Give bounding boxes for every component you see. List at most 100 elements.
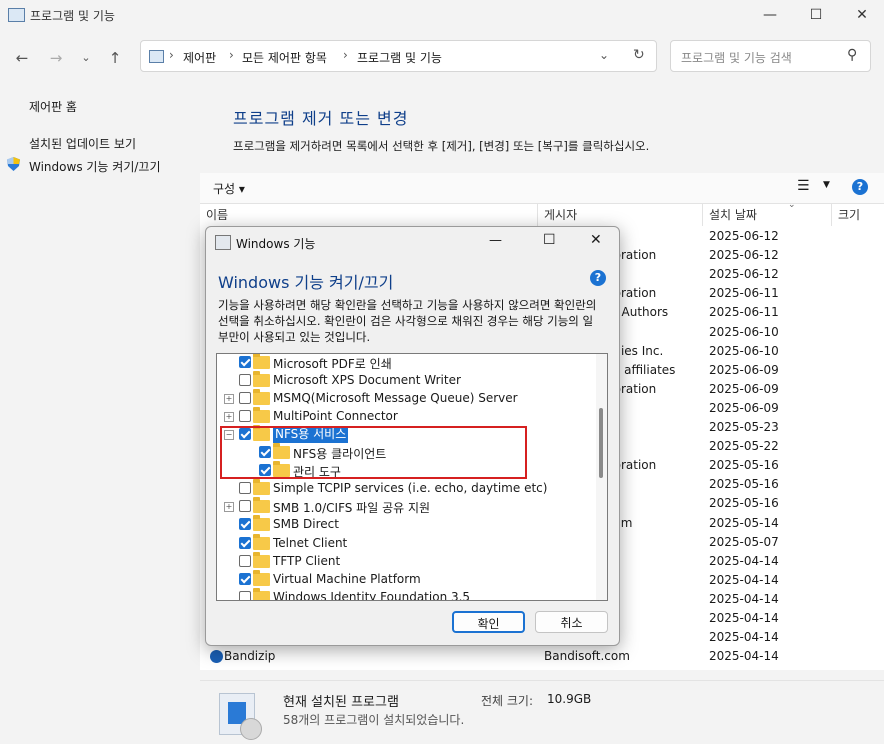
highlight-frame	[220, 426, 527, 479]
cancel-button[interactable]: 취소	[535, 611, 608, 633]
view-updates-link[interactable]: 설치된 업데이트 보기	[29, 135, 136, 152]
refresh-icon[interactable]: ↻	[633, 47, 645, 63]
dialog-heading: Windows 기능 켜기/끄기	[218, 273, 394, 292]
feature-checkbox[interactable]	[239, 554, 251, 567]
column-header-name[interactable]: 이름	[200, 204, 538, 226]
breadcrumb-separator: ›	[343, 48, 348, 62]
column-header-size[interactable]: 크기	[832, 204, 884, 226]
expand-plus-icon[interactable]: +	[224, 394, 234, 405]
search-placeholder: 프로그램 및 기능 검색	[681, 51, 792, 65]
folder-icon	[253, 354, 270, 369]
feature-checkbox[interactable]	[239, 590, 251, 600]
program-install-date: 2025-06-09	[709, 381, 779, 396]
tree-scrollbar[interactable]	[596, 354, 607, 600]
window-title: 프로그램 및 기능	[30, 9, 115, 23]
feature-checkbox[interactable]	[239, 572, 251, 585]
back-arrow-icon[interactable]: ←	[8, 44, 36, 72]
program-install-date: 2025-06-09	[709, 362, 779, 377]
feature-item[interactable]: + MultiPoint Connector	[217, 407, 595, 426]
ok-button[interactable]: 확인	[452, 611, 525, 633]
feature-item[interactable]: Microsoft XPS Document Writer	[217, 371, 595, 390]
program-install-date: 2025-05-16	[709, 477, 779, 492]
feature-checkbox[interactable]	[239, 500, 251, 513]
recent-chevron-down-icon[interactable]: ⌄	[72, 44, 100, 72]
program-publisher: Bandisoft.com	[544, 649, 630, 664]
feature-item[interactable]: + SMB 1.0/CIFS 파일 공유 지원	[217, 497, 595, 516]
breadcrumb-separator: ›	[229, 48, 234, 62]
dialog-description: 기능을 사용하려면 해당 확인란을 선택하고 기능을 사용하지 않으려면 확인란…	[218, 298, 597, 344]
program-install-date: 2025-04-14	[709, 553, 779, 568]
feature-checkbox[interactable]	[239, 518, 251, 531]
title-bar: 프로그램 및 기능 — ☐ ✕	[0, 0, 884, 30]
breadcrumb-programs[interactable]: 프로그램 및 기능	[357, 49, 442, 66]
up-arrow-icon[interactable]: ↑	[101, 44, 129, 72]
dialog-maximize-button[interactable]: ☐	[543, 232, 556, 248]
folder-icon	[253, 533, 270, 550]
folder-icon	[253, 569, 270, 586]
feature-label: Virtual Machine Platform	[273, 571, 421, 586]
program-install-date: 2025-04-14	[709, 630, 779, 645]
program-install-date: 2025-05-23	[709, 420, 779, 434]
feature-item[interactable]: + MSMQ(Microsoft Message Queue) Server	[217, 389, 595, 408]
feature-item[interactable]: TFTP Client	[217, 551, 595, 571]
search-icon[interactable]: ⚲	[847, 47, 857, 63]
feature-checkbox[interactable]	[239, 392, 251, 405]
column-header-date[interactable]: 설치 날짜	[703, 204, 832, 226]
windows-features-link[interactable]: Windows 기능 켜기/끄기	[29, 158, 160, 175]
folder-icon	[253, 515, 270, 532]
dialog-close-button[interactable]: ✕	[590, 232, 602, 248]
feature-checkbox[interactable]	[239, 374, 251, 387]
feature-label: SMB Direct	[273, 517, 339, 532]
feature-item[interactable]: SMB Direct	[217, 515, 595, 534]
page-title: 프로그램 제거 또는 변경	[233, 109, 409, 128]
view-options-icon[interactable]: ☰	[797, 178, 810, 194]
status-title: 현재 설치된 프로그램	[283, 695, 399, 710]
program-install-date: 2025-06-10	[709, 343, 779, 358]
folder-icon	[253, 587, 270, 600]
maximize-button[interactable]: ☐	[793, 0, 839, 30]
folder-icon	[253, 407, 270, 424]
expand-plus-icon[interactable]: +	[224, 412, 234, 423]
feature-checkbox[interactable]	[239, 482, 251, 495]
dialog-minimize-button[interactable]: —	[489, 233, 502, 248]
windows-features-dialog: Windows 기능 — ☐ ✕ Windows 기능 켜기/끄기 ? 기능을 …	[205, 226, 620, 646]
breadcrumb-control-panel[interactable]: 제어판	[183, 49, 216, 66]
program-name: Bandizip	[224, 649, 276, 664]
sort-chevron-icon: ⌄	[788, 200, 796, 210]
feature-checkbox[interactable]	[239, 536, 251, 549]
control-panel-home-link[interactable]: 제어판 홈	[29, 98, 77, 115]
help-icon[interactable]: ?	[852, 179, 868, 195]
dialog-help-icon[interactable]: ?	[590, 270, 606, 286]
table-row[interactable]: Bandizip Bandisoft.com 2025-04-14	[200, 648, 884, 667]
forward-arrow-icon[interactable]: →	[42, 44, 70, 72]
minimize-button[interactable]: —	[747, 0, 793, 30]
view-dropdown-icon[interactable]: ▼	[823, 180, 830, 190]
program-install-date: 2025-04-14	[709, 649, 779, 664]
search-input[interactable]: 프로그램 및 기능 검색 ⚲	[670, 40, 871, 72]
program-install-date: 2025-06-10	[709, 324, 779, 339]
status-bar: 현재 설치된 프로그램 전체 크기: 10.9GB 58개의 프로그램이 설치되…	[200, 680, 884, 744]
feature-checkbox[interactable]	[239, 410, 251, 423]
feature-item[interactable]: Virtual Machine Platform	[217, 569, 595, 589]
total-size-label: 전체 크기:	[481, 694, 534, 708]
feature-checkbox[interactable]	[239, 356, 251, 368]
installer-box-icon	[219, 693, 262, 740]
folder-icon	[253, 497, 270, 514]
feature-item[interactable]: Microsoft PDF로 인쇄	[217, 354, 595, 372]
feature-item[interactable]: Simple TCPIP services (i.e. echo, daytim…	[217, 479, 595, 498]
bandizip-icon	[210, 650, 223, 664]
feature-item[interactable]: Windows Identity Foundation 3.5	[217, 587, 595, 600]
breadcrumb-all-items[interactable]: 모든 제어판 항목	[242, 49, 327, 66]
expand-plus-icon[interactable]: +	[224, 502, 234, 513]
address-dropdown-icon[interactable]: ⌄	[599, 48, 609, 62]
feature-label: MSMQ(Microsoft Message Queue) Server	[273, 391, 518, 406]
feature-label: Microsoft PDF로 인쇄	[273, 357, 392, 371]
address-bar[interactable]: › 제어판 › 모든 제어판 항목 › 프로그램 및 기능 ⌄ ↻	[140, 40, 657, 72]
program-install-date: 2025-05-16	[709, 496, 779, 511]
organize-button[interactable]: 구성 ▾	[213, 180, 245, 197]
column-header-publisher[interactable]: 게시자	[538, 204, 703, 226]
feature-label: SMB 1.0/CIFS 파일 공유 지원	[273, 501, 431, 516]
close-button[interactable]: ✕	[839, 0, 884, 30]
program-install-date: 2025-06-09	[709, 400, 779, 415]
feature-item[interactable]: Telnet Client	[217, 533, 595, 553]
